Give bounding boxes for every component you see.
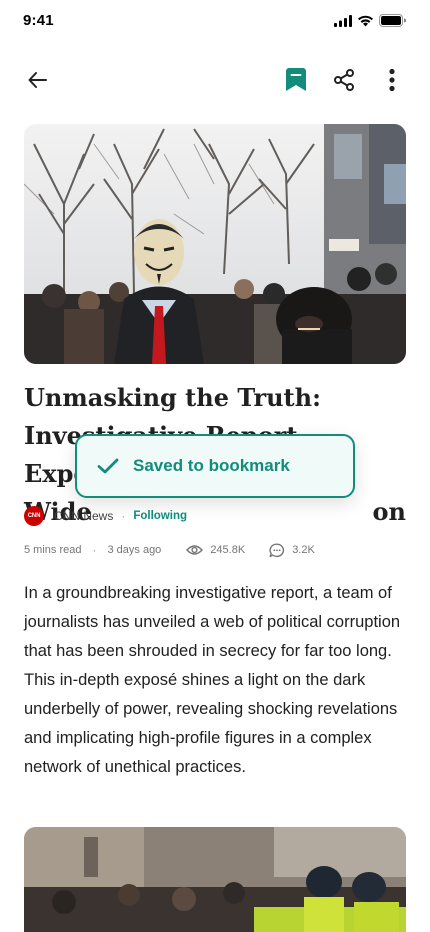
separator-dot: ·	[92, 543, 97, 557]
article-detail-screen: 9:41 Unmasking the Truth: Wide on CNN CN…	[0, 0, 430, 932]
article-inline-image	[24, 827, 406, 932]
eye-icon	[186, 545, 204, 555]
toast-message: Saved to bookmark	[133, 456, 290, 475]
published-time: 3 days ago	[107, 544, 162, 556]
status-icons	[334, 14, 406, 27]
cellular-signal-icon	[334, 14, 352, 27]
top-app-bar	[0, 58, 430, 102]
source-row: CNN CNN News · Following	[24, 506, 187, 526]
bookmark-filled-icon	[286, 68, 306, 91]
comment-icon	[269, 542, 285, 557]
comments-value: 3.2K	[292, 544, 315, 556]
article-meta-row: 5 mins read · 3 days ago 245.8K 3.2K	[24, 541, 315, 559]
read-time: 5 mins read	[24, 544, 82, 556]
source-name[interactable]: CNN News	[54, 509, 113, 523]
article-body: In a groundbreaking investigative report…	[24, 584, 401, 776]
views-value: 245.8K	[210, 544, 246, 556]
check-icon	[97, 458, 119, 474]
title-line-end: on	[372, 497, 406, 526]
status-bar: 9:41	[0, 0, 430, 44]
views-count: 245.8K	[186, 544, 245, 556]
status-time: 9:41	[23, 12, 54, 29]
source-logo[interactable]: CNN	[24, 506, 44, 526]
following-button[interactable]: Following	[133, 510, 187, 522]
separator-dot: ·	[121, 509, 126, 523]
arrow-left-icon	[28, 72, 47, 88]
title-line: Unmasking the Truth:	[24, 383, 321, 412]
saved-to-bookmark-toast: Saved to bookmark	[75, 434, 355, 498]
battery-icon	[379, 14, 406, 27]
share-icon	[334, 69, 354, 91]
article-hero-image	[24, 124, 406, 364]
back-button[interactable]	[18, 60, 58, 100]
more-vertical-icon	[389, 68, 395, 92]
share-button[interactable]	[324, 60, 364, 100]
bookmark-button[interactable]	[276, 60, 316, 100]
wifi-icon	[358, 15, 373, 26]
comments-count[interactable]: 3.2K	[269, 542, 315, 558]
more-options-button[interactable]	[372, 60, 412, 100]
